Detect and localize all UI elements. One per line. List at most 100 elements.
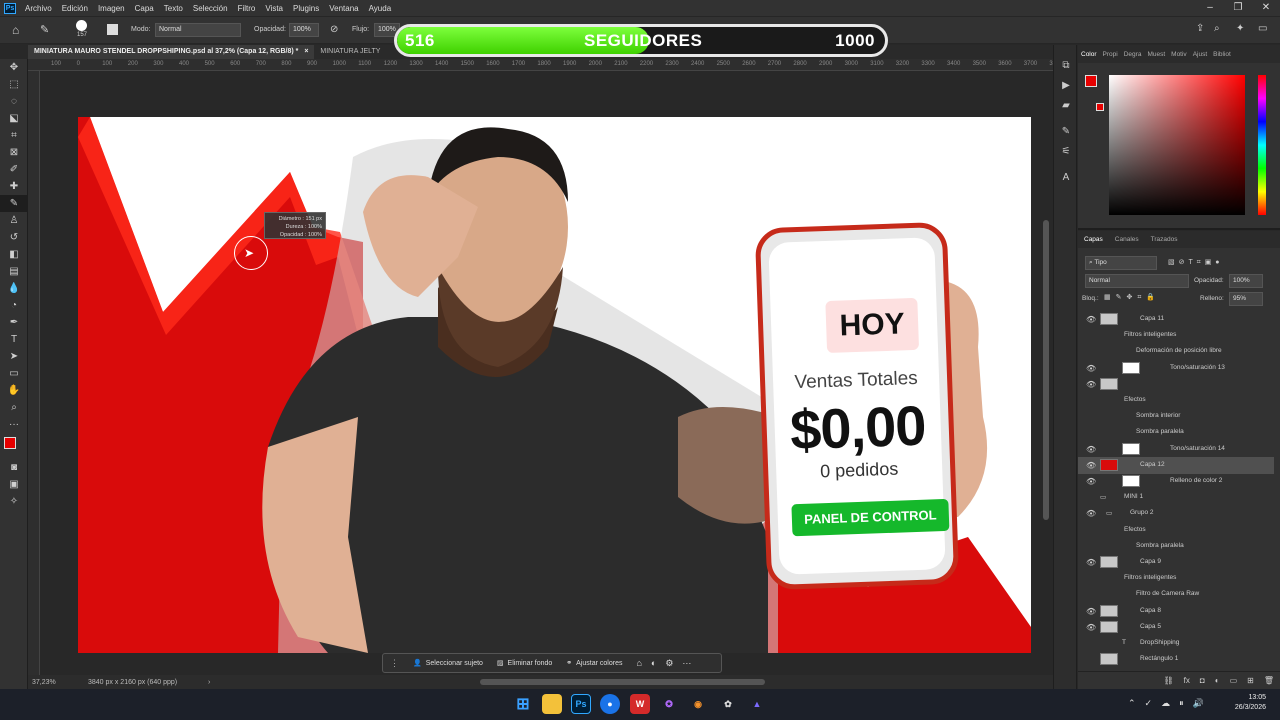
layer-row[interactable]: 👁 Tono/saturación 14 — [1078, 441, 1274, 458]
status-menu-arrow[interactable]: › — [208, 679, 210, 686]
foreground-color-swatch[interactable] — [4, 437, 16, 449]
photoshop-taskbar-icon[interactable]: Ps — [571, 694, 591, 714]
visibility-eye-icon[interactable]: 👁 — [1086, 509, 1096, 518]
tab-properties[interactable]: Propi — [1100, 51, 1121, 58]
affinity-icon[interactable]: ▲ — [747, 694, 767, 714]
zoom-level[interactable]: 37,23% — [32, 679, 82, 686]
layer-row[interactable]: 👁 Capa 12 — [1078, 456, 1274, 474]
fill-input[interactable]: 95% — [1229, 292, 1263, 306]
layer-row[interactable]: Filtros inteligentes — [1078, 327, 1274, 344]
visibility-eye-icon[interactable]: 👁 — [1086, 380, 1096, 389]
layer-row[interactable]: Sombra paralela — [1078, 538, 1274, 555]
app-icon-purple[interactable]: ✪ — [659, 694, 679, 714]
layer-row[interactable]: Efectos — [1078, 522, 1274, 539]
layer-filter-icons[interactable]: ▧⊘T⌗▣● — [1168, 258, 1224, 267]
brush-preview-icon[interactable] — [76, 20, 87, 31]
generative-icon[interactable]: ✧ — [0, 493, 28, 510]
tab-channels[interactable]: Canales — [1109, 236, 1145, 243]
healing-tool-icon[interactable]: ✚ — [0, 178, 28, 195]
pressure-opacity-icon[interactable]: ⊘ — [330, 24, 338, 35]
gradient-tool-icon[interactable]: ▤ — [0, 263, 28, 280]
lock-icons[interactable]: ▦✎✥⌗🔒 — [1104, 293, 1160, 302]
layer-row[interactable]: 👁 Capa 5 — [1078, 619, 1274, 636]
comments-icon[interactable]: ▰ — [1054, 95, 1078, 115]
chrome-icon[interactable]: ● — [600, 694, 620, 714]
menu-archivo[interactable]: Archivo — [20, 4, 57, 13]
visibility-eye-icon[interactable]: 👁 — [1086, 461, 1096, 470]
hand-tool-icon[interactable]: ✋ — [0, 382, 28, 399]
move-tool-icon[interactable]: ✥ — [0, 59, 28, 76]
drag-handle-icon[interactable]: ⋮ — [383, 658, 406, 669]
opacity-input[interactable]: 100% — [289, 23, 319, 37]
layer-row[interactable]: Efectos — [1078, 392, 1274, 409]
menu-texto[interactable]: Texto — [159, 4, 188, 13]
color-foreground-swatch[interactable] — [1085, 75, 1097, 87]
brushes-icon[interactable]: ✎ — [1054, 121, 1078, 141]
menu-plugins[interactable]: Plugins — [288, 4, 324, 13]
home-icon[interactable]: ⌂ — [12, 23, 19, 37]
share-icon[interactable]: ⇪ — [1196, 23, 1204, 34]
layer-row[interactable]: T DropShipping — [1078, 635, 1274, 652]
tab-patterns[interactable]: Motiv — [1168, 51, 1190, 58]
tab-gradients[interactable]: Degra — [1121, 51, 1145, 58]
layer-row[interactable]: Filtros inteligentes — [1078, 570, 1274, 587]
more-options-icon[interactable]: ··· — [682, 658, 691, 668]
tab-close-icon[interactable]: × — [304, 48, 308, 55]
brush-tool-icon[interactable]: ✎ — [40, 23, 49, 36]
stamp-tool-icon[interactable]: ♙ — [0, 212, 28, 229]
pen-tool-icon[interactable]: ✒ — [0, 314, 28, 331]
menu-edicion[interactable]: Edición — [57, 4, 93, 13]
horizontal-scrollbar[interactable] — [480, 679, 765, 685]
adjustment-icon[interactable]: ◐ — [1215, 676, 1220, 685]
adjust-colors-button[interactable]: ⚭ Ajustar colores — [559, 659, 629, 668]
actions-icon[interactable]: ▶ — [1054, 75, 1078, 95]
visibility-eye-icon[interactable]: 👁 — [1086, 364, 1096, 373]
add-mask-icon[interactable]: ◘ — [1200, 676, 1205, 685]
delete-layer-icon[interactable]: 🗑 — [1264, 676, 1274, 685]
menu-filtro[interactable]: Filtro — [233, 4, 261, 13]
layer-row[interactable]: Sombra interior — [1078, 408, 1274, 425]
menu-ventana[interactable]: Ventana — [324, 4, 363, 13]
brush-settings-icon[interactable]: ⚟ — [1054, 141, 1078, 161]
tab-second-document[interactable]: MINIATURA JELTY — [314, 45, 386, 59]
menu-imagen[interactable]: Imagen — [93, 4, 130, 13]
type-tool-icon[interactable]: T — [0, 331, 28, 348]
mask-icon[interactable]: ◐ — [651, 658, 656, 668]
crop-tool-icon[interactable]: ⌗ — [0, 127, 28, 144]
blur-tool-icon[interactable]: 💧 — [0, 280, 28, 297]
tab-adjustments[interactable]: Ajust — [1190, 51, 1210, 58]
tab-swatches[interactable]: Muest — [1144, 51, 1168, 58]
lasso-tool-icon[interactable]: ◌ — [0, 93, 28, 110]
layer-row[interactable]: 👁 Capa 8 — [1078, 603, 1274, 620]
layer-row[interactable]: Rectángulo 1 — [1078, 651, 1274, 668]
layer-row[interactable]: 👁 Capa 9 — [1078, 554, 1274, 571]
layer-row[interactable]: 👁 Capa 11 — [1078, 311, 1274, 328]
openai-icon[interactable]: ✿ — [718, 694, 738, 714]
fill-icon[interactable]: ⚙ — [665, 658, 673, 669]
remove-background-button[interactable]: ▨ Eliminar fondo — [490, 659, 559, 668]
tab-layers[interactable]: Capas — [1078, 236, 1109, 243]
screen-mode-icon[interactable]: ▣ — [0, 476, 28, 493]
canvas-document[interactable]: HOY Ventas Totales $0,00 0 pedidos PANEL… — [78, 117, 1031, 653]
path-select-tool-icon[interactable]: ➤ — [0, 348, 28, 365]
layer-row[interactable]: 👁 Tono/saturación 13 — [1078, 360, 1274, 377]
marquee-tool-icon[interactable]: ⬚ — [0, 76, 28, 93]
layer-row[interactable]: 👁 Relleno de color 2 — [1078, 473, 1274, 490]
layer-row[interactable]: Filtro de Camera Raw — [1078, 586, 1274, 603]
file-explorer-icon[interactable] — [542, 694, 562, 714]
object-select-tool-icon[interactable]: ⬕ — [0, 110, 28, 127]
tab-paths[interactable]: Trazados — [1145, 236, 1184, 243]
character-icon[interactable]: A — [1054, 167, 1078, 187]
menu-capa[interactable]: Capa — [130, 4, 159, 13]
taskbar-clock[interactable]: 13:05 26/3/2026 — [1235, 693, 1266, 713]
tab-active-document[interactable]: MINIATURA MAURO STENDEL DROPPSHIPING.psd… — [28, 45, 315, 59]
workspace-icon[interactable]: ▭ — [1258, 23, 1267, 34]
tab-color[interactable]: Color — [1078, 51, 1100, 58]
mode-select[interactable]: Normal — [155, 23, 241, 37]
shape-tool-icon[interactable]: ▭ — [0, 365, 28, 382]
dodge-tool-icon[interactable]: ◔ — [0, 297, 28, 314]
eraser-tool-icon[interactable]: ◧ — [0, 246, 28, 263]
layer-row[interactable]: 👁 — [1078, 376, 1274, 393]
zoom-tool-icon[interactable]: ⌕ — [0, 399, 28, 416]
color-field[interactable] — [1109, 75, 1245, 215]
